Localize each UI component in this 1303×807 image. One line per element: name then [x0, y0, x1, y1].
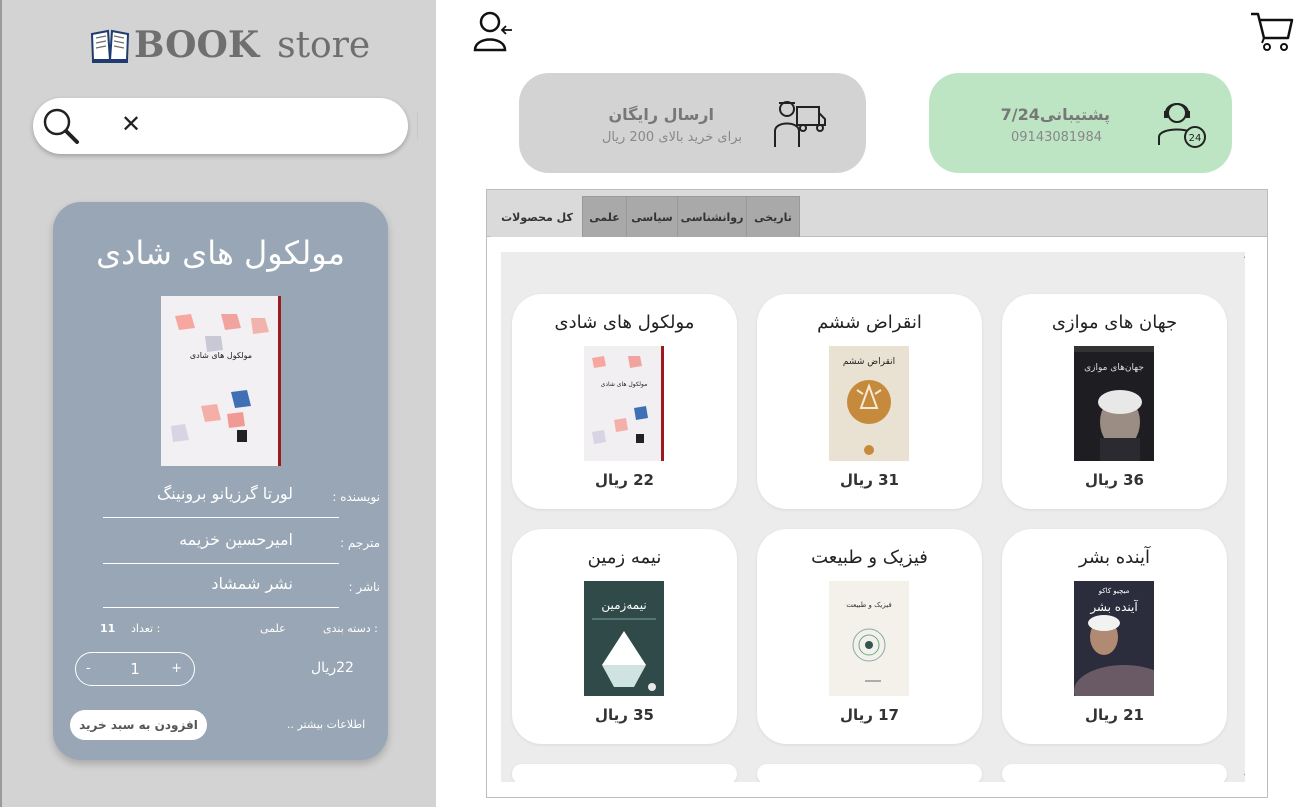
- book-logo-icon: [90, 29, 130, 63]
- product-card[interactable]: [757, 764, 982, 782]
- product-price: 31 ریال: [839, 471, 899, 489]
- translator-label: مترجم :: [340, 536, 380, 550]
- product-card[interactable]: [1002, 764, 1227, 782]
- search-input[interactable]: [153, 112, 413, 140]
- quantity-increase-button[interactable]: +: [171, 661, 182, 676]
- product-cover-image: جهان‌های موازی: [1074, 346, 1154, 461]
- product-grid: جهان های موازی جهان‌های موازی 36 ریال ان…: [501, 252, 1245, 782]
- search-divider: [417, 112, 418, 140]
- product-card[interactable]: فیزیک و طبیعت فیزیک و طبیعت 17 ریال: [757, 529, 982, 744]
- publisher-label: ناشر :: [348, 580, 380, 594]
- count-value: 11: [100, 622, 116, 635]
- count-label: تعداد :: [131, 622, 161, 635]
- detail-cover-image: مولکول های شادی: [161, 296, 281, 466]
- search-icon[interactable]: [41, 106, 81, 146]
- svg-text:مولکول های شادی: مولکول های شادی: [601, 381, 648, 388]
- product-card[interactable]: [512, 764, 737, 782]
- more-info-link[interactable]: اطلاعات بیشتر ..: [287, 718, 365, 731]
- product-card[interactable]: نیمه زمین نیمه‌زمین 35 ریال: [512, 529, 737, 744]
- svg-text:فیزیک و طبیعت: فیزیک و طبیعت: [846, 601, 891, 609]
- tab-psychology[interactable]: روانشناسی: [677, 196, 747, 237]
- book-detail-card: مولکول های شادی مولکول های شادی لورتا گر…: [53, 202, 388, 760]
- author-row: لورتا گرزیانو برونینگ نویسنده :: [103, 478, 388, 518]
- product-cover-image: میچیو کاکو آینده بشر: [1074, 581, 1154, 696]
- product-grid-scrollbar[interactable]: ▴ ▾: [1241, 252, 1245, 782]
- publisher-row: نشر شمشاد ناشر :: [103, 568, 388, 608]
- product-card[interactable]: آینده بشر میچیو کاکو آینده بشر 21 ریال: [1002, 529, 1227, 744]
- tab-scientific[interactable]: علمی: [582, 196, 627, 237]
- product-price: 17 ریال: [839, 706, 899, 724]
- free-shipping-title: ارسال رایگان: [608, 105, 714, 124]
- publisher-value: نشر شمشاد: [211, 574, 293, 593]
- search-box: ✕: [33, 98, 418, 154]
- detail-price: 22ریال: [311, 660, 354, 676]
- product-price: 36 ریال: [1084, 471, 1144, 489]
- product-price: 35 ریال: [594, 706, 654, 724]
- product-card[interactable]: مولکول های شادی مولکول های شادی 22 ریال: [512, 294, 737, 509]
- product-price: 22 ریال: [594, 471, 654, 489]
- product-name: آینده بشر: [1078, 547, 1151, 568]
- support-title: پشتیبانی7/24: [1000, 105, 1110, 124]
- category-tabbar: کل محصولات علمی سیاسی روانشناسی تاریخی: [487, 190, 1267, 237]
- tab-all-products[interactable]: کل محصولات: [491, 196, 583, 237]
- product-name: جهان های موازی: [1051, 312, 1178, 333]
- svg-text:24: 24: [1189, 133, 1202, 144]
- product-name: نیمه زمین: [587, 547, 662, 568]
- scroll-up-icon[interactable]: ▴: [1244, 252, 1245, 261]
- add-to-cart-button[interactable]: افزودن به سبد خرید: [70, 710, 207, 740]
- category-label: دسته بندی :: [323, 622, 378, 635]
- category-value: علمی: [260, 622, 286, 635]
- logo-brand-bold: BOOK: [134, 24, 260, 66]
- svg-text:آینده بشر: آینده بشر: [1089, 599, 1138, 615]
- product-cover-image: نیمه‌زمین: [584, 581, 664, 696]
- support-agent-icon: 24: [1158, 103, 1206, 148]
- product-cover-image: فیزیک و طبیعت: [829, 581, 909, 696]
- scroll-down-icon[interactable]: ▾: [1244, 771, 1245, 782]
- products-tab-panel: کل محصولات علمی سیاسی روانشناسی تاریخی ج…: [486, 189, 1268, 798]
- close-icon[interactable]: ✕: [121, 112, 141, 136]
- quantity-stepper[interactable]: - 1 +: [75, 652, 195, 686]
- free-shipping-banner: ارسال رایگان برای خرید بالای 200 ریال: [519, 73, 866, 173]
- product-cover-image: انقراض ششم: [829, 346, 909, 461]
- svg-text:انقراض ششم: انقراض ششم: [843, 357, 895, 367]
- author-value: لورتا گرزیانو برونینگ: [156, 484, 293, 503]
- tab-political[interactable]: سیاسی: [626, 196, 678, 237]
- product-price: 21 ریال: [1084, 706, 1144, 724]
- product-card[interactable]: جهان های موازی جهان‌های موازی 36 ریال: [1002, 294, 1227, 509]
- cart-icon[interactable]: [1250, 10, 1294, 52]
- product-name: مولکول های شادی: [554, 312, 695, 333]
- svg-text:نیمه‌زمین: نیمه‌زمین: [601, 598, 646, 613]
- user-login-icon[interactable]: [472, 10, 516, 52]
- logo: BOOK store: [90, 24, 370, 66]
- support-phone: 09143081984: [1011, 130, 1102, 145]
- svg-text:جهان‌های موازی: جهان‌های موازی: [1084, 363, 1144, 373]
- delivery-icon: [774, 101, 826, 147]
- product-card[interactable]: انقراض ششم انقراض ششم 31 ریال: [757, 294, 982, 509]
- svg-text:میچیو کاکو: میچیو کاکو: [1098, 587, 1130, 595]
- translator-value: امیرحسین خزیمه: [179, 530, 293, 549]
- sidebar: BOOK store ✕ مولکول های شادی مولکول های …: [0, 0, 436, 807]
- translator-row: امیرحسین خزیمه مترجم :: [103, 524, 388, 564]
- detail-title: مولکول های شادی: [96, 234, 345, 272]
- product-name: انقراض ششم: [817, 312, 922, 333]
- support-banner: 24 پشتیبانی7/24 09143081984: [929, 73, 1232, 173]
- logo-brand-rest: store: [277, 25, 371, 66]
- product-cover-image: مولکول های شادی: [584, 346, 664, 461]
- author-label: نویسنده :: [332, 490, 380, 504]
- detail-cover-title: مولکول های شادی: [190, 351, 252, 360]
- free-shipping-subtitle: برای خرید بالای 200 ریال: [601, 130, 742, 145]
- product-name: فیزیک و طبیعت: [811, 547, 928, 568]
- tab-historical[interactable]: تاریخی: [746, 196, 800, 237]
